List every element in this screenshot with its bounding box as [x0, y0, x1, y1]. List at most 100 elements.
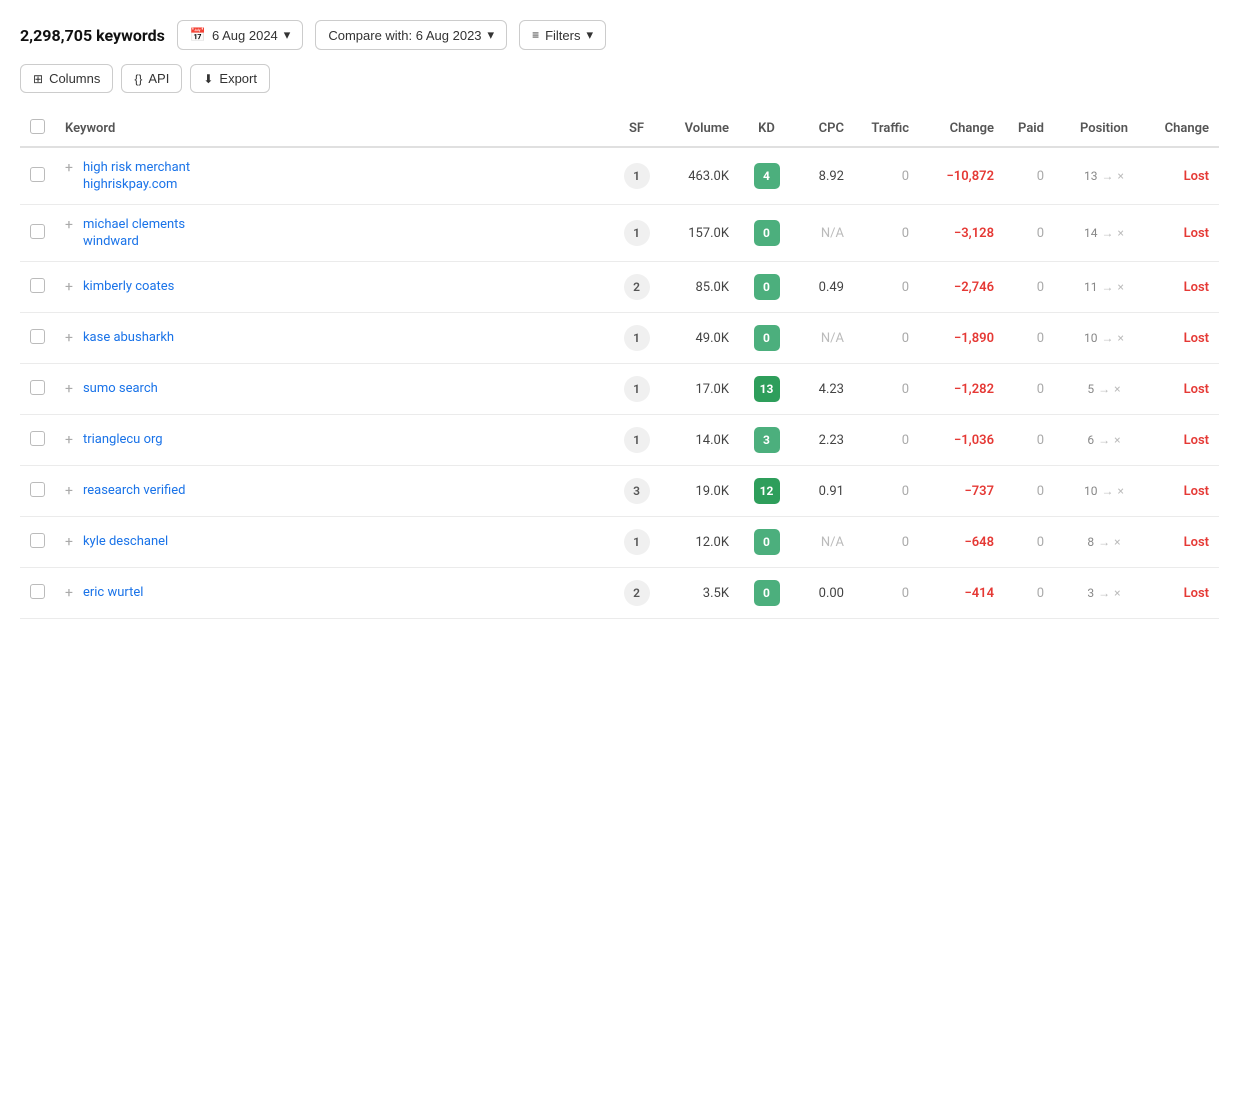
change-value: −3,128 — [954, 226, 994, 241]
row-checkbox-cell — [20, 517, 55, 568]
keyword-link-line2[interactable]: windward — [83, 234, 185, 249]
kd-cell: 0 — [739, 205, 794, 262]
add-keyword-icon[interactable]: + — [65, 432, 73, 448]
arrow-right-icon: → — [1102, 484, 1114, 498]
row-checkbox[interactable] — [30, 584, 45, 599]
sf-badge: 3 — [624, 478, 650, 504]
filters-button[interactable]: ≡ Filters ▾ — [519, 20, 606, 50]
cpc-value: 0.91 — [819, 484, 844, 499]
status-badge: Lost — [1184, 382, 1209, 397]
row-checkbox[interactable] — [30, 533, 45, 548]
traffic-cell: 0 — [854, 415, 919, 466]
add-keyword-icon[interactable]: + — [65, 585, 73, 601]
status-cell: Lost — [1154, 262, 1219, 313]
volume-cell: 17.0K — [664, 364, 739, 415]
status-cell: Lost — [1154, 147, 1219, 205]
kd-cell: 12 — [739, 466, 794, 517]
change-cell: −1,036 — [919, 415, 1004, 466]
add-keyword-icon[interactable]: + — [65, 330, 73, 346]
add-keyword-icon[interactable]: + — [65, 534, 73, 550]
compare-button[interactable]: Compare with: 6 Aug 2023 ▾ — [315, 20, 507, 50]
kd-badge: 0 — [754, 325, 780, 351]
kd-cell: 0 — [739, 517, 794, 568]
select-all-checkbox[interactable] — [20, 111, 55, 147]
keyword-link-line2[interactable]: highriskpay.com — [83, 177, 190, 192]
paid-cell: 0 — [1004, 205, 1054, 262]
keyword-link[interactable]: trianglecu org — [83, 432, 163, 447]
row-checkbox[interactable] — [30, 380, 45, 395]
row-checkbox[interactable] — [30, 224, 45, 239]
col-header-paid[interactable]: Paid — [1004, 111, 1054, 147]
col-header-change2[interactable]: Change — [1154, 111, 1219, 147]
keyword-link[interactable]: michael clements — [83, 217, 185, 232]
cpc-na: N/A — [821, 226, 844, 241]
sf-cell: 1 — [609, 415, 664, 466]
col-header-traffic[interactable]: Traffic — [854, 111, 919, 147]
cpc-value: 0.49 — [819, 280, 844, 295]
kd-badge: 0 — [754, 580, 780, 606]
add-keyword-icon[interactable]: + — [65, 217, 73, 233]
api-button[interactable]: {} API — [121, 64, 182, 93]
keyword-link[interactable]: high risk merchant — [83, 160, 190, 175]
row-checkbox-cell — [20, 466, 55, 517]
keyword-cell: + kimberly coates — [55, 262, 609, 313]
row-checkbox[interactable] — [30, 278, 45, 293]
export-button[interactable]: ⬇ Export — [190, 64, 270, 93]
row-checkbox[interactable] — [30, 167, 45, 182]
add-keyword-icon[interactable]: + — [65, 483, 73, 499]
kd-cell: 0 — [739, 262, 794, 313]
table-row: + michael clements windward 1 157.0K 0 N… — [20, 205, 1219, 262]
row-checkbox[interactable] — [30, 482, 45, 497]
sf-cell: 1 — [609, 313, 664, 364]
col-header-kd[interactable]: KD — [739, 111, 794, 147]
col-header-change1[interactable]: Change — [919, 111, 1004, 147]
position-x: × — [1114, 535, 1120, 549]
table-row: + kyle deschanel 1 12.0K 0 N/A 0 −648 0 … — [20, 517, 1219, 568]
cpc-value: 4.23 — [819, 382, 844, 397]
cpc-cell: 4.23 — [794, 364, 854, 415]
table-row: + eric wurtel 2 3.5K 0 0.00 0 −414 0 3 →… — [20, 568, 1219, 619]
keyword-link[interactable]: kase abusharkh — [83, 330, 174, 345]
filters-label: Filters — [545, 28, 580, 43]
keyword-link[interactable]: reasearch verified — [83, 483, 186, 498]
table-row: + reasearch verified 3 19.0K 12 0.91 0 −… — [20, 466, 1219, 517]
keyword-link[interactable]: kimberly coates — [83, 279, 174, 294]
add-keyword-icon[interactable]: + — [65, 381, 73, 397]
export-label: Export — [219, 71, 257, 86]
status-cell: Lost — [1154, 415, 1219, 466]
col-header-sf[interactable]: SF — [609, 111, 664, 147]
paid-cell: 0 — [1004, 147, 1054, 205]
volume-cell: 85.0K — [664, 262, 739, 313]
columns-button[interactable]: ⊞ Columns — [20, 64, 113, 93]
col-header-position[interactable]: Position — [1054, 111, 1154, 147]
row-checkbox[interactable] — [30, 431, 45, 446]
row-checkbox[interactable] — [30, 329, 45, 344]
change-value: −1,282 — [954, 382, 994, 397]
position-cell: 8 → × — [1054, 517, 1154, 568]
arrow-right-icon: → — [1102, 280, 1114, 294]
change-cell: −10,872 — [919, 147, 1004, 205]
traffic-cell: 0 — [854, 466, 919, 517]
col-header-keyword: Keyword — [55, 111, 609, 147]
col-header-cpc[interactable]: CPC — [794, 111, 854, 147]
keyword-cell: + trianglecu org — [55, 415, 609, 466]
cpc-value: 8.92 — [819, 169, 844, 184]
keyword-link[interactable]: eric wurtel — [83, 585, 143, 600]
chevron-down-icon: ▾ — [284, 27, 291, 43]
sf-badge: 2 — [624, 274, 650, 300]
status-badge: Lost — [1184, 433, 1209, 448]
paid-cell: 0 — [1004, 313, 1054, 364]
sf-cell: 1 — [609, 205, 664, 262]
keyword-link[interactable]: sumo search — [83, 381, 158, 396]
row-checkbox-cell — [20, 313, 55, 364]
date-picker-button[interactable]: 📅 6 Aug 2024 ▾ — [177, 20, 304, 50]
traffic-cell: 0 — [854, 568, 919, 619]
status-badge: Lost — [1184, 331, 1209, 346]
status-badge: Lost — [1184, 586, 1209, 601]
keyword-link[interactable]: kyle deschanel — [83, 534, 168, 549]
add-keyword-icon[interactable]: + — [65, 279, 73, 295]
col-header-volume[interactable]: Volume — [664, 111, 739, 147]
sf-cell: 1 — [609, 364, 664, 415]
change-value: −1,036 — [954, 433, 994, 448]
add-keyword-icon[interactable]: + — [65, 160, 73, 176]
